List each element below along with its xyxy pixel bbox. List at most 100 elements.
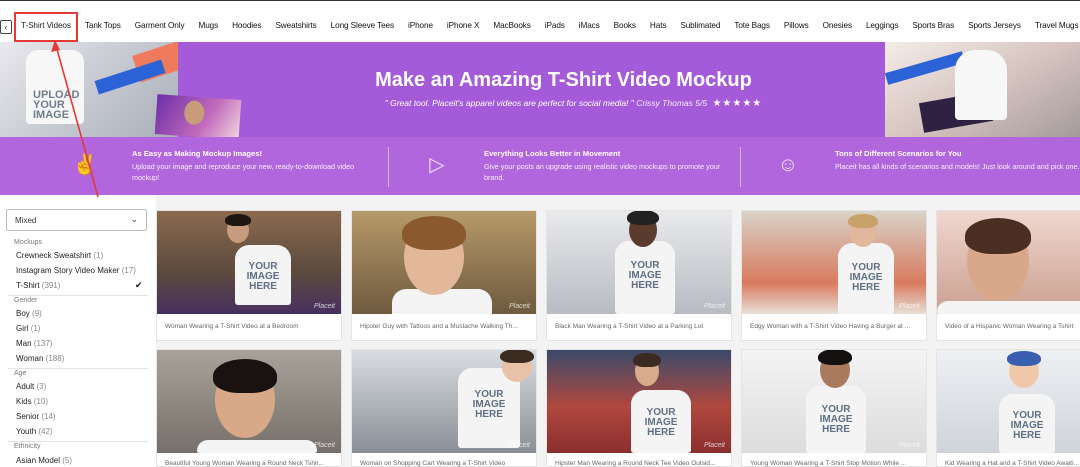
mockup-card[interactable]: YOUR IMAGE HERE Placeit Hipster Man Wearing … (546, 349, 732, 467)
mockup-thumbnail[interactable]: YOURIMAGEHEREPlaceit (547, 350, 731, 453)
filter-option[interactable]: Asian Model (5) (16, 456, 72, 465)
mockup-caption[interactable]: Black Man Wearing a T-Shirt Video at a P… (555, 323, 727, 330)
mockup-thumbnail[interactable]: Placeit (937, 211, 1080, 314)
banner-title: Make an Amazing T-Shirt Video Mockup (375, 69, 752, 91)
image-placeholder-text: YOUR IMAGE HERE (235, 262, 291, 292)
nav-item-hoodies[interactable]: Hoodies (225, 12, 268, 42)
nav-item-imacs[interactable]: iMacs (572, 12, 607, 42)
model-hair (848, 214, 878, 228)
filter-option[interactable]: Crewneck Sweatshirt (1) (16, 251, 103, 260)
nav-item-mugs[interactable]: Mugs (191, 12, 225, 42)
filter-option-count: (9) (32, 309, 42, 318)
mockup-thumbnail[interactable]: Placeit (157, 350, 341, 453)
mockup-card[interactable]: Placeit Video of a Hispanic Woman Wearing… (936, 210, 1080, 341)
filter-option[interactable]: Youth (42) (16, 427, 53, 436)
mockup-thumbnail[interactable]: YOURIMAGEHEREPlaceit (352, 350, 536, 453)
placeholder-word: HERE (1013, 430, 1041, 441)
filter-option[interactable]: Adult (3) (16, 382, 46, 391)
tshirt-mockup: YOUR IMAGE HERE (615, 241, 675, 314)
mockup-thumbnail[interactable]: YOURIMAGEHEREPlaceit (742, 211, 926, 314)
filter-option-label: Asian Model (16, 456, 61, 465)
nav-item-long-sleeve-tees[interactable]: Long Sleeve Tees (324, 12, 401, 42)
filter-option[interactable]: Woman (188) (16, 354, 64, 363)
mockup-caption[interactable]: Edgy Woman with a T-Shirt Video Having a… (750, 323, 922, 330)
nav-item-iphone[interactable]: iPhone (401, 12, 440, 42)
nav-item-sports-bras[interactable]: Sports Bras (905, 12, 961, 42)
filter-option[interactable]: Senior (14) (16, 412, 56, 421)
nav-item-pillows[interactable]: Pillows (777, 12, 816, 42)
mockup-card[interactable]: YOUR IMAGE HERE Placeit Woman on Shopping Ca… (351, 349, 537, 467)
filter-option[interactable]: T-Shirt (391) (16, 281, 60, 290)
image-placeholder-text: YOUR IMAGE HERE (999, 411, 1055, 441)
mockup-caption[interactable]: Woman on Shopping Cart Wearing a T-Shirt… (360, 460, 532, 467)
mockup-caption[interactable]: Hipster Guy with Tattoos and a Mustache … (360, 323, 532, 330)
nav-item-sports-jerseys[interactable]: Sports Jerseys (961, 12, 1028, 42)
watermark: Placeit (703, 303, 725, 310)
mockup-thumbnail[interactable]: YOURIMAGEHEREPlaceit (937, 350, 1080, 453)
mockup-card[interactable]: YOUR IMAGE HERE Placeit Young Woman Wearing … (741, 349, 927, 467)
filter-option[interactable]: Girl (1) (16, 324, 40, 333)
tshirt-mockup (937, 301, 1080, 314)
mockup-card[interactable]: YOUR IMAGE HERE Placeit Woman Wearing a T-Sh… (156, 210, 342, 341)
mockup-caption[interactable]: Video of a Hispanic Woman Wearing a Tshi… (945, 323, 1080, 330)
nav-item-macbooks[interactable]: MacBooks (486, 12, 537, 42)
mockup-thumbnail[interactable]: YOURIMAGEHEREPlaceit (742, 350, 926, 453)
filter-option-count: (391) (41, 281, 61, 290)
filter-option-label: Crewneck Sweatshirt (16, 251, 92, 260)
mockup-thumbnail[interactable]: YOURIMAGEHEREPlaceit (157, 211, 341, 314)
mockup-card[interactable]: YOURIMAGEHEREPlaceit Kid Wearing a Hat an… (936, 349, 1080, 467)
mockup-caption[interactable]: Woman Wearing a T-Shirt Video at a Bedro… (165, 323, 337, 330)
filter-option-label: Girl (16, 324, 29, 333)
filter-option-count: (17) (121, 266, 136, 275)
nav-item-travel-mugs[interactable]: Travel Mugs (1028, 12, 1080, 42)
filter-option[interactable]: Boy (9) (16, 309, 42, 318)
filter-option[interactable]: Man (137) (16, 339, 52, 348)
nav-item-leggings[interactable]: Leggings (859, 12, 905, 42)
filter-option[interactable]: Instagram Story Video Maker (17) (16, 266, 136, 275)
mockup-card[interactable]: YOUR IMAGE HERE Placeit Edgy Woman with a T-… (741, 210, 927, 341)
nav-item-ipads[interactable]: iPads (538, 12, 572, 42)
nav-item-sweatshirts[interactable]: Sweatshirts (268, 12, 323, 42)
mockup-card[interactable]: YOUR IMAGE HERE Placeit Black Man Wearing a … (546, 210, 732, 341)
watermark: Placeit (508, 303, 530, 310)
mockup-thumbnail[interactable]: YOURIMAGEHERE Placeit (547, 211, 731, 314)
nav-item-t-shirt-videos[interactable]: T-Shirt Videos (14, 12, 78, 42)
model-hair (1007, 351, 1041, 366)
tshirt-mockup: YOUR IMAGE HERE (235, 245, 291, 305)
sort-select[interactable]: Mixed ⌄ (6, 209, 147, 231)
mockup-caption[interactable]: Kid Wearing a Hat and a T-Shirt Video Aw… (945, 460, 1080, 467)
nav-item-hats[interactable]: Hats (643, 12, 673, 42)
model-hair (402, 216, 466, 250)
nav-item-garment-only[interactable]: Garment Only (128, 12, 192, 42)
mockup-card[interactable]: Placeit Hipster Guy with Tattoos and a Mu… (351, 210, 537, 341)
filter-group-label: Mockups (14, 239, 43, 246)
chevron-left-icon[interactable]: ‹ (0, 20, 12, 34)
filter-sidebar: Mixed ⌄ Mockups Crewneck Sweatshirt (1) In… (0, 195, 156, 467)
watermark: Placeit (898, 303, 920, 310)
feature-title: Everything Looks Better in Movement (484, 149, 621, 158)
nav-item-tote-bags[interactable]: Tote Bags (727, 12, 777, 42)
filter-group-label: Ethnicity (14, 443, 41, 450)
divider (8, 295, 148, 296)
guitar-hand-icon: ✌ (72, 154, 98, 176)
model-hair (213, 359, 277, 393)
nav-item-books[interactable]: Books (607, 12, 643, 42)
video-play-icon: ▷ (429, 154, 445, 176)
rating-stars-icon: ★★★★★ (712, 98, 763, 109)
image-placeholder-text: YOUR IMAGE HERE (458, 390, 520, 420)
mockup-thumbnail[interactable]: Placeit (352, 211, 536, 314)
tshirt-mockup: YOUR IMAGE HERE (999, 394, 1055, 453)
mockup-caption[interactable]: Hipster Man Wearing a Round Neck Tee Vid… (555, 460, 727, 467)
mockup-card[interactable]: Placeit Beautiful Young Woman Wearing a R… (156, 349, 342, 467)
mockup-caption[interactable]: Young Woman Wearing a T-Shirt Stop Motio… (750, 460, 922, 467)
nav-item-onesies[interactable]: Onesies (816, 12, 859, 42)
filter-option-count: (1) (30, 324, 41, 333)
model-hair (627, 211, 659, 225)
filter-option[interactable]: Kids (10) (16, 397, 48, 406)
mockup-caption[interactable]: Beautiful Young Woman Wearing a Round Ne… (165, 460, 337, 467)
features-bar: ✌ As Easy as Making Mockup Images! Uploa… (0, 137, 1080, 195)
nav-item-tank-tops[interactable]: Tank Tops (78, 12, 128, 42)
nav-item-iphone-x[interactable]: iPhone X (440, 12, 486, 42)
nav-item-sublimated[interactable]: Sublimated (673, 12, 727, 42)
placeholder-word: HERE (647, 427, 675, 438)
